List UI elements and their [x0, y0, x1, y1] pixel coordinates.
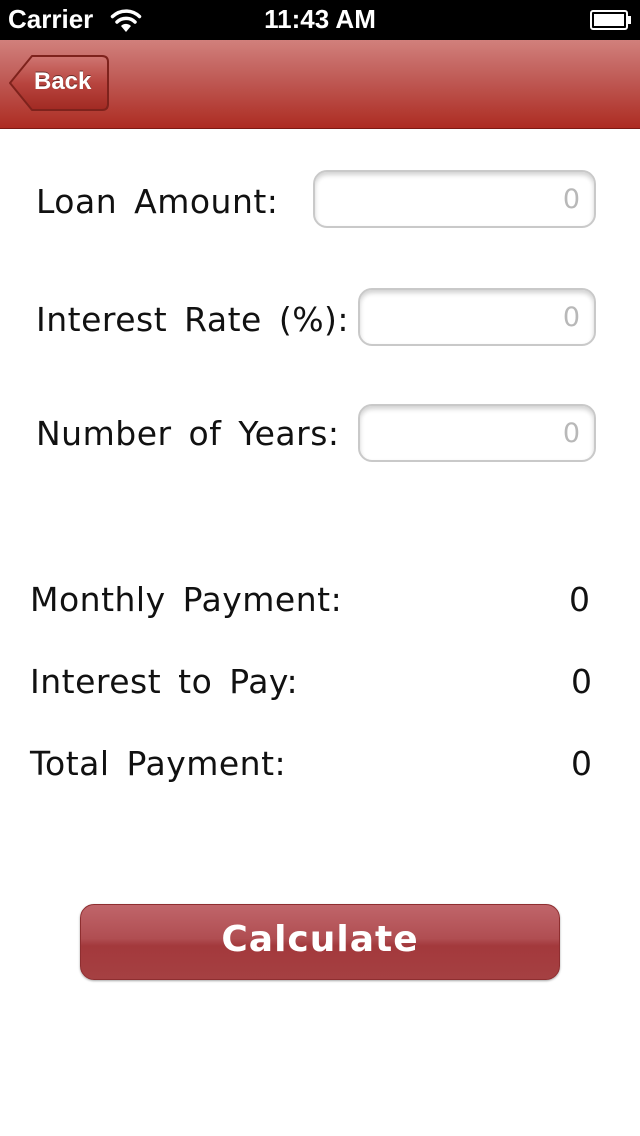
calculate-button-label: Calculate — [221, 919, 419, 960]
navigation-bar: Back — [0, 40, 640, 129]
number-of-years-input[interactable] — [358, 404, 596, 462]
battery-icon — [590, 10, 631, 30]
interest-to-pay-label: Interest to Pay: — [30, 662, 299, 701]
total-payment-label: Total Payment: — [30, 744, 287, 783]
back-button[interactable]: Back — [8, 54, 110, 112]
loan-amount-label: Loan Amount: — [36, 182, 279, 221]
loan-calculator-screen: Carrier 11:43 AM Back Loan Amount: 0 Int… — [0, 0, 640, 1136]
calculate-button[interactable]: Calculate — [80, 904, 560, 980]
number-of-years-label: Number of Years: — [36, 414, 340, 453]
status-bar: Carrier 11:43 AM — [0, 0, 640, 40]
loan-amount-input[interactable] — [313, 170, 596, 228]
total-payment-value: 0 — [571, 744, 592, 783]
interest-rate-label: Interest Rate (%): — [36, 300, 350, 339]
interest-to-pay-value: 0 — [571, 662, 592, 701]
monthly-payment-label: Monthly Payment: — [30, 580, 343, 619]
interest-rate-input[interactable] — [358, 288, 596, 346]
status-time: 11:43 AM — [264, 4, 376, 34]
monthly-payment-value: 0 — [569, 580, 590, 619]
back-button-label: Back — [34, 68, 92, 95]
